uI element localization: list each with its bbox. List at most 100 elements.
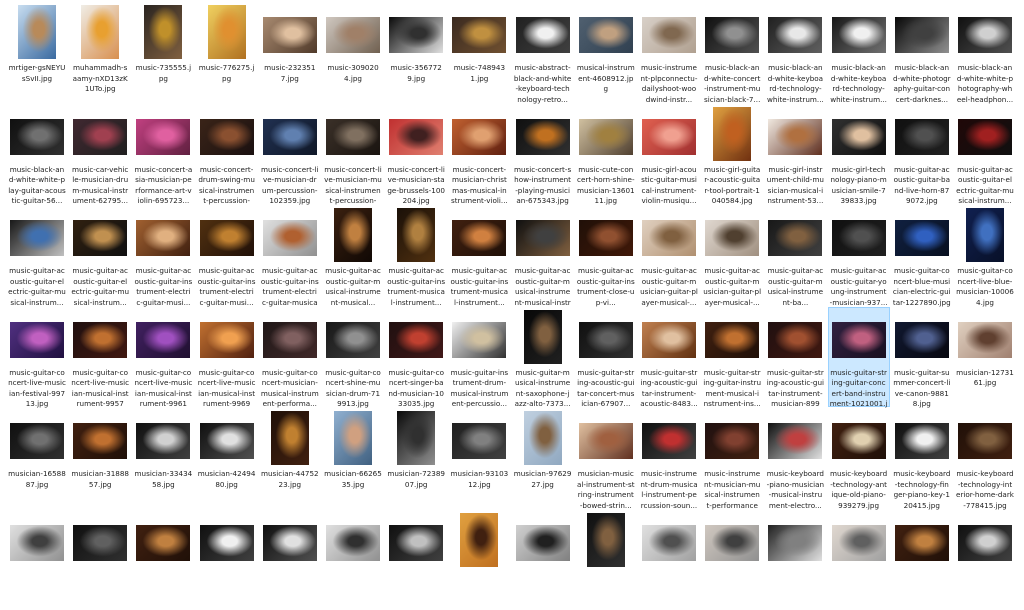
file-item[interactable]: music-girl-instrument-child-musician-mus…	[764, 104, 826, 205]
file-item[interactable]: musical-instrument-4608912.jpg	[575, 2, 637, 102]
file-item[interactable]: music-guitar-concert-singer-band-musicia…	[385, 307, 447, 408]
file-item[interactable]: music-guitar-acoustic-guitar-electric-gu…	[6, 205, 68, 307]
file-item[interactable]: music-instrument-drum-musical-instrument…	[638, 408, 700, 510]
file-item[interactable]	[764, 510, 826, 610]
file-item[interactable]: music-guitar-acoustic-guitar-young-instr…	[828, 205, 890, 307]
file-item[interactable]: music-guitar-musical-instrument-saxophon…	[512, 307, 574, 408]
file-thumbnail	[199, 321, 254, 358]
file-item[interactable]	[6, 510, 68, 610]
file-item[interactable]	[322, 510, 384, 610]
file-item[interactable]: music-black-and-white-concert-instrument…	[701, 2, 763, 104]
file-item[interactable]: music-735555.jpg	[132, 2, 194, 102]
file-item[interactable]: music-concert-show-instrument-playing-mu…	[512, 104, 574, 205]
file-item[interactable]: music-guitar-acoustic-guitar-electric-gu…	[69, 205, 131, 307]
file-item[interactable]: music-guitar-acoustic-guitar-musical-ins…	[322, 205, 384, 307]
file-item[interactable]: music-girl-guitar-acoustic-guitar-tool-p…	[701, 104, 763, 205]
file-item[interactable]: music-7489431.jpg	[448, 2, 510, 102]
file-item[interactable]: music-3567729.jpg	[385, 2, 447, 102]
file-item[interactable]: music-guitar-acoustic-guitar-instrument-…	[575, 205, 637, 307]
file-item[interactable]: music-guitar-acoustic-guitar-instrument-…	[132, 205, 194, 307]
file-item[interactable]: music-keyboard-technology-finger-piano-k…	[891, 408, 953, 510]
file-item[interactable]: music-guitar-acoustic-guitar-musician-gu…	[701, 205, 763, 307]
file-item[interactable]: music-3090204.jpg	[322, 2, 384, 102]
file-item[interactable]: music-guitar-concert-live-musician-music…	[132, 307, 194, 411]
file-item[interactable]: musician-7238907.jpg	[385, 408, 447, 508]
file-item[interactable]: music-instrument-plpconnectu-dailyshoot-…	[638, 2, 700, 104]
file-item[interactable]: music-concert-live-musician-musical-inst…	[322, 104, 384, 208]
file-item[interactable]: musician-4249480.jpg	[196, 408, 258, 508]
file-item[interactable]: music-concert-live-musician-drum-percuss…	[259, 104, 321, 205]
file-item[interactable]: music-guitar-concert-musician-musical-in…	[259, 307, 321, 408]
file-item[interactable]: music-guitar-acoustic-guitar-electric-gu…	[954, 104, 1016, 205]
file-item[interactable]: music-guitar-concert-live-musician-festi…	[6, 307, 68, 408]
file-item[interactable]	[196, 510, 258, 610]
file-item[interactable]: music-concert-musician-christmas-musical…	[448, 104, 510, 205]
file-item[interactable]: music-guitar-concert-live-musician-music…	[196, 307, 258, 411]
file-item[interactable]: music-keyboard-piano-musician-musical-in…	[764, 408, 826, 510]
file-item[interactable]: music-guitar-concert-blue-musician-elect…	[891, 205, 953, 307]
file-item[interactable]: music-2323517.jpg	[259, 2, 321, 102]
file-item[interactable]: music-guitar-acoustic-guitar-instrument-…	[448, 205, 510, 307]
file-item[interactable]	[891, 510, 953, 610]
file-item[interactable]: musician-9762927.jpg	[512, 408, 574, 508]
file-item[interactable]: music-guitar-instrument-drum-musical-ins…	[448, 307, 510, 408]
file-item[interactable]	[512, 510, 574, 610]
file-item[interactable]: music-keyboard-technology-interior-home-…	[954, 408, 1016, 510]
file-item[interactable]: music-guitar-acoustic-guitar-musical-ins…	[512, 205, 574, 309]
file-item[interactable]: music-black-and-white-white-play-guitar-…	[6, 104, 68, 205]
file-item[interactable]: musician-9310312.jpg	[448, 408, 510, 508]
file-item[interactable]	[69, 510, 131, 610]
file-item[interactable]: music-guitar-summer-concert-live-canon-9…	[891, 307, 953, 408]
file-item[interactable]: music-guitar-string-guitar-concert-band-…	[827, 306, 890, 411]
file-item[interactable]: music-girl-technology-piano-musician-smi…	[828, 104, 890, 205]
file-item[interactable]: music-concert-drum-swing-musical-instrum…	[196, 104, 258, 208]
file-item[interactable]	[132, 510, 194, 610]
file-item[interactable]: music-black-and-white-keyboard-technolog…	[764, 2, 826, 104]
file-item[interactable]: music-cute-concert-horn-shine-musician-1…	[575, 104, 637, 205]
file-item[interactable]	[828, 510, 890, 610]
file-item[interactable]: music-guitar-string-acoustic-guitar-inst…	[764, 307, 826, 411]
file-name-label: music-keyboard-technology-finger-piano-k…	[893, 469, 951, 510]
file-item[interactable]	[701, 510, 763, 610]
file-item[interactable]: music-concert-live-musician-stage-brusse…	[385, 104, 447, 205]
file-item[interactable]: music-guitar-string-guitar-instrument-mu…	[701, 307, 763, 408]
file-item[interactable]	[575, 510, 637, 610]
file-item[interactable]: music-keyboard-technology-antique-old-pi…	[828, 408, 890, 510]
file-item[interactable]: music-guitar-acoustic-guitar-instrument-…	[259, 205, 321, 309]
file-item[interactable]	[385, 510, 447, 610]
file-item[interactable]: musician-3188857.jpg	[69, 408, 131, 508]
file-item[interactable]: muhammadh-saamy-nXD13zK1UTo.jpg	[69, 2, 131, 102]
file-item[interactable]: musician-3343458.jpg	[132, 408, 194, 508]
file-item[interactable]: musician-4475223.jpg	[259, 408, 321, 508]
file-item[interactable]: mrtiger-gsNEYUsSvII.jpg	[6, 2, 68, 102]
file-item[interactable]: music-instrument-musician-musical-instru…	[701, 408, 763, 512]
file-item[interactable]	[954, 510, 1016, 610]
file-item[interactable]: music-guitar-string-acoustic-guitar-inst…	[638, 307, 700, 408]
file-item[interactable]: musician-musical-instrument-string-instr…	[575, 408, 637, 510]
file-item[interactable]	[638, 510, 700, 610]
file-item[interactable]: music-guitar-acoustic-guitar-musician-gu…	[638, 205, 700, 307]
file-item[interactable]: music-concert-asia-musician-performance-…	[132, 104, 194, 205]
file-item[interactable]: music-guitar-concert-live-musician-music…	[69, 307, 131, 411]
file-item[interactable]	[259, 510, 321, 610]
file-name-label: music-3090204.jpg	[327, 63, 379, 83]
file-name-label: music-guitar-acoustic-guitar-electric-gu…	[71, 266, 130, 307]
file-item[interactable]	[448, 510, 510, 610]
file-item[interactable]: musician-1273161.jpg	[954, 307, 1016, 407]
file-item[interactable]: music-guitar-concert-live-blue-musician-…	[954, 205, 1016, 307]
file-item[interactable]: musician-6626535.jpg	[322, 408, 384, 508]
file-item[interactable]: music-abstract-black-and-white-keyboard-…	[512, 2, 574, 104]
file-item[interactable]: music-guitar-acoustic-guitar-band-live-h…	[891, 104, 953, 205]
file-item[interactable]: music-black-and-white-keyboard-technolog…	[828, 2, 890, 104]
file-item[interactable]: music-guitar-string-acoustic-guitar-conc…	[575, 307, 637, 408]
file-item[interactable]: music-black-and-white-photography-guitar…	[891, 2, 953, 104]
file-item[interactable]: music-girl-acoustic-guitar-musical-instr…	[638, 104, 700, 205]
file-item[interactable]: music-guitar-concert-shine-musician-drum…	[322, 307, 384, 408]
file-item[interactable]: musician-1658887.jpg	[6, 408, 68, 508]
file-item[interactable]: music-776275.jpg	[196, 2, 258, 102]
file-item[interactable]: music-guitar-acoustic-guitar-instrument-…	[196, 205, 258, 307]
file-item[interactable]: music-car-vehicle-musician-drum-musical-…	[69, 104, 131, 205]
file-item[interactable]: music-guitar-acoustic-guitar-musical-ins…	[764, 205, 826, 307]
file-item[interactable]: music-guitar-acoustic-guitar-instrument-…	[385, 205, 447, 307]
file-item[interactable]: music-black-and-white-white-photography-…	[954, 2, 1016, 104]
